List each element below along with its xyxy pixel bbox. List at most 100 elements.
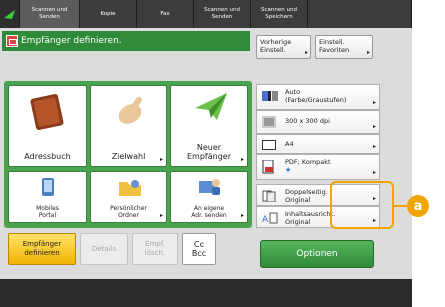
chevron-right-icon: ▸: [372, 99, 376, 106]
tab-fax-label: Fax: [160, 10, 170, 17]
tab-scan-send[interactable]: Scannen und Senden: [20, 0, 80, 28]
duplex-original-value: Doppelseitig. Original: [285, 188, 328, 204]
new-recipient-button[interactable]: Neuer Empfänger ▸: [170, 85, 248, 167]
tab-scan-send-line2: Senden: [39, 14, 60, 20]
options-label: Optionen: [296, 249, 338, 259]
mobile-portal-button[interactable]: Mobiles Portal: [8, 171, 87, 223]
content-orientation-line1: Inhaltsausricht.: [285, 210, 336, 218]
chevron-right-icon: ▸: [372, 143, 376, 150]
details-label: Details: [91, 244, 117, 253]
callout-connector: [394, 205, 408, 207]
options-button[interactable]: Optionen: [260, 240, 374, 268]
tab-copy-label: Kopie: [100, 10, 116, 17]
delete-recipient-button[interactable]: Empf. lösch.: [132, 233, 178, 265]
favorites-line1: Einstell.: [319, 38, 345, 46]
screen: Scannen und Senden Kopie Fax Scannen und…: [0, 0, 412, 307]
color-mode-value: Auto (Farbe/Graustufen): [285, 88, 346, 104]
chevron-right-icon: ▸: [240, 212, 244, 219]
mobile-portal-label: Mobiles Portal: [36, 205, 59, 222]
tab-scan-save[interactable]: Scannen und Speichern: [251, 0, 308, 28]
color-mode-line1: Auto: [285, 88, 301, 96]
define-recipient-line2: definieren: [24, 249, 60, 257]
tab-copy[interactable]: Kopie: [80, 0, 137, 28]
paper-size-setting[interactable]: A4 ▸: [256, 134, 380, 154]
chevron-right-icon: ▸: [159, 156, 163, 163]
color-mode-setting[interactable]: Auto (Farbe/Graustufen) ▸: [256, 84, 380, 110]
new-recipient-line2: Empfänger: [186, 152, 231, 161]
callout-frame: [330, 181, 394, 229]
delete-recipient-line2: lösch.: [144, 249, 166, 257]
tab-scan-send-2-line1: Scannen und: [204, 7, 240, 13]
tab-scan-send-line1: Scannen und: [31, 7, 68, 13]
function-tabs: Scannen und Senden Kopie Fax Scannen und…: [0, 0, 412, 28]
home-arrow-icon: [4, 9, 15, 19]
home-tab[interactable]: [0, 0, 20, 28]
chevron-right-icon: ▸: [304, 49, 308, 56]
file-format-setting[interactable]: PDF; Kompakt ★ ▸: [256, 154, 380, 180]
color-mode-line2: (Farbe/Graustufen): [285, 96, 347, 104]
chevron-right-icon: ▸: [159, 212, 163, 219]
tab-fax[interactable]: Fax: [137, 0, 194, 28]
page-title-bar: Empfänger definieren.: [2, 31, 250, 51]
new-recipient-label: Neuer Empfänger: [187, 143, 231, 166]
file-format-value: PDF; Kompakt ★: [285, 158, 331, 174]
personal-folder-line2: Ordner: [118, 212, 139, 219]
callout-badge: a: [407, 195, 429, 217]
resolution-setting[interactable]: 300 x 300 dpi ▸: [256, 110, 380, 134]
paper-size-value: A4: [285, 140, 294, 148]
paper-size-icon: [262, 140, 276, 150]
tab-empty: [308, 0, 412, 28]
previous-settings-line1: Vorherige: [260, 38, 292, 46]
previous-settings-line2: Einstell.: [260, 46, 286, 54]
previous-settings-button[interactable]: Vorherige Einstell. ▸: [256, 35, 311, 59]
user-send-icon: [199, 179, 220, 195]
send-to-myself-label: An eigene Adr. senden: [191, 205, 226, 222]
favorites-button[interactable]: Einstell. Favoriten ▸: [315, 35, 373, 59]
address-book-label: Adressbuch: [24, 152, 71, 161]
personal-folder-line1: Persönlicher: [110, 205, 147, 212]
send-to-myself-button[interactable]: An eigene Adr. senden ▸: [170, 171, 248, 223]
color-mode-icon: [262, 91, 278, 101]
speed-dial-label: Zielwahl: [111, 152, 146, 161]
file-format-star-icon: ★: [285, 166, 292, 174]
chevron-right-icon: ▸: [366, 49, 370, 56]
file-format-icon: [262, 160, 274, 174]
duplex-original-icon: [262, 190, 276, 202]
duplex-original-line2: Original: [285, 196, 311, 204]
details-button[interactable]: Details: [80, 233, 128, 265]
send-to-myself-line1: An eigene: [193, 205, 225, 212]
content-orientation-line2: Original: [285, 218, 311, 226]
tab-scan-send-2[interactable]: Scannen und Senden: [194, 0, 251, 28]
personal-folder-label: Persönlicher Ordner: [110, 205, 147, 222]
define-recipient-button[interactable]: Empfänger definieren: [8, 233, 76, 265]
favorites-line2: Favoriten: [319, 46, 350, 54]
recipient-method-panel: Adressbuch Zielwahl ▸ Neuer Empfänger ▸: [4, 81, 252, 228]
cc-bcc-button[interactable]: Cc Bcc: [182, 233, 216, 265]
content-orientation-value: Inhaltsausricht. Original: [285, 210, 335, 226]
resolution-value: 300 x 300 dpi: [285, 117, 330, 125]
tab-scan-send-2-line2: Senden: [211, 14, 233, 20]
address-book-button[interactable]: Adressbuch: [8, 85, 87, 167]
recipient-icon: [6, 35, 18, 47]
mobile-device-icon: [42, 178, 54, 196]
file-format-line1: PDF; Kompakt: [285, 158, 331, 166]
new-recipient-line1: Neuer: [196, 143, 222, 152]
delete-recipient-line1: Empf.: [145, 240, 165, 248]
content-orientation-icon: A: [262, 212, 278, 224]
chevron-right-icon: ▸: [240, 156, 244, 163]
hand-pointer-icon: [118, 96, 142, 124]
tab-scan-save-line2: Speichern: [265, 14, 293, 20]
callout-badge-label: a: [413, 198, 423, 214]
define-recipient-line1: Empfänger: [22, 240, 62, 248]
personal-folder-button[interactable]: Persönlicher Ordner ▸: [90, 171, 167, 223]
mobile-portal-line1: Mobiles: [36, 205, 59, 212]
page-title: Empfänger definieren.: [21, 36, 122, 46]
send-to-myself-line2: Adr. senden: [191, 212, 227, 219]
speed-dial-button[interactable]: Zielwahl ▸: [90, 85, 167, 167]
tab-scan-save-line1: Scannen und: [261, 7, 297, 13]
svg-text:A: A: [262, 215, 269, 224]
folder-icon: [119, 180, 141, 196]
chevron-right-icon: ▸: [372, 169, 376, 176]
resolution-icon: [262, 116, 276, 128]
bcc-label: Bcc: [191, 249, 207, 258]
